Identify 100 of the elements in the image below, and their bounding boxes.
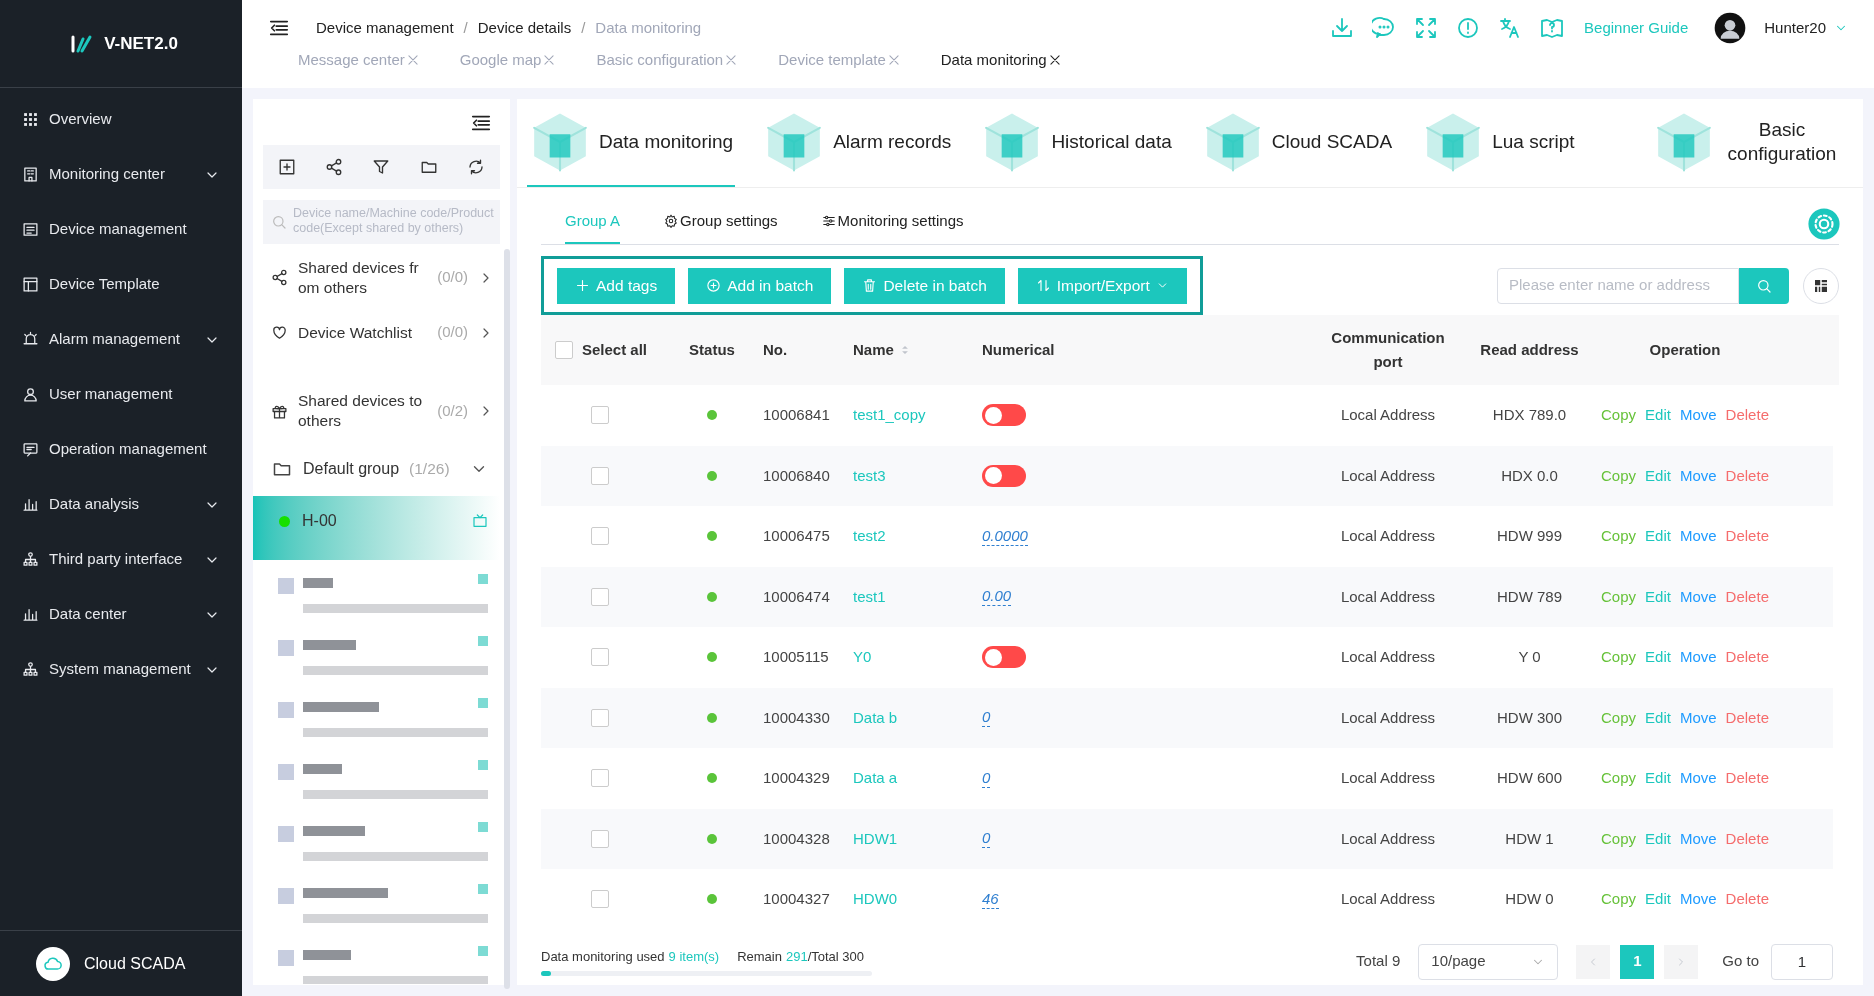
action-link[interactable]: Edit [1645,464,1671,487]
goto-field[interactable]: 1 [1771,943,1833,980]
toolbar-button[interactable]: Add in batch [688,267,832,304]
action-link[interactable]: Delete [1725,706,1769,729]
device-group-item[interactable]: Device Watchlist (0/0) [253,305,500,360]
close-icon[interactable] [1047,53,1062,67]
action-link[interactable]: Copy [1601,827,1637,850]
action-link[interactable]: Copy [1601,888,1637,911]
action-link[interactable]: Delete [1725,404,1769,427]
row-checkbox[interactable] [591,890,609,909]
tag-name-link[interactable]: HDW1 [853,827,898,850]
action-link[interactable]: Move [1679,404,1717,427]
action-link[interactable]: Move [1679,464,1717,487]
help-book-icon[interactable] [1540,16,1565,40]
action-link[interactable]: Edit [1645,646,1671,669]
page-tab[interactable]: Device template [778,48,901,72]
action-link[interactable]: Copy [1601,646,1637,669]
download-icon[interactable] [1330,16,1355,40]
toggle-switch[interactable] [982,404,1026,427]
row-checkbox[interactable] [591,587,609,606]
page-button[interactable]: 1 [1620,944,1655,979]
select-all-checkbox[interactable] [555,341,573,359]
page-tab[interactable]: Message center [298,48,420,72]
tag-name-link[interactable]: test2 [853,525,886,548]
tag-name-link[interactable]: Y0 [853,646,872,669]
user-name[interactable]: Hunter20 [1764,16,1826,40]
feature-tab[interactable]: Lua script [1420,99,1577,187]
action-link[interactable]: Delete [1725,525,1769,548]
row-checkbox[interactable] [591,829,609,848]
feature-tab[interactable]: Historical data [979,99,1174,187]
feature-tab[interactable]: Cloud SCADA [1199,99,1395,187]
action-link[interactable]: Edit [1645,706,1671,729]
toggle-switch[interactable] [982,646,1026,669]
toolbar-button[interactable]: Delete in batch [844,267,1005,304]
action-link[interactable]: Delete [1725,888,1769,911]
row-checkbox[interactable] [591,527,609,546]
add-icon[interactable] [277,158,296,176]
tag-name-link[interactable]: test1 [853,585,886,608]
page-tab[interactable]: Basic configuration [596,48,739,72]
action-link[interactable]: Edit [1645,767,1671,790]
action-link[interactable]: Delete [1725,646,1769,669]
feature-tab[interactable]: Alarm records [761,99,954,187]
value-link[interactable]: 0.0000 [982,526,1028,546]
feature-tab[interactable]: Data monitoring [527,99,736,187]
tag-name-link[interactable]: HDW0 [853,888,898,911]
alert-icon[interactable] [1456,16,1481,40]
action-link[interactable]: Move [1679,888,1717,911]
sidebar-item[interactable]: User management [0,367,242,422]
sidebar-item[interactable]: Data center [0,587,242,642]
sub-tab[interactable]: Monitoring settings [821,200,964,244]
tag-name-link[interactable]: test3 [853,464,886,487]
sidebar-item[interactable]: System management [0,642,242,697]
action-link[interactable]: Copy [1601,404,1637,427]
scrollbar[interactable] [504,249,510,989]
action-link[interactable]: Copy [1601,525,1637,548]
device-search-field[interactable]: Device name/Machine code/Product code(Except shared by others) [263,200,500,244]
sidebar-item[interactable]: Device management [0,202,242,257]
toolbar-button[interactable]: Import/Export [1017,267,1187,304]
sub-tab[interactable]: Group A [565,200,621,244]
row-checkbox[interactable] [591,406,609,425]
value-link[interactable]: 0.00 [982,587,1012,607]
page-size-select[interactable]: 10/page [1418,943,1559,980]
prev-page-button[interactable] [1576,944,1611,979]
settings-badge-icon[interactable] [1807,207,1841,241]
action-link[interactable]: Edit [1645,525,1671,548]
tag-search-field[interactable]: Please enter name or address [1497,267,1739,304]
action-link[interactable]: Edit [1645,404,1671,427]
action-link[interactable]: Move [1679,525,1717,548]
action-link[interactable]: Copy [1601,767,1637,790]
action-link[interactable]: Delete [1725,827,1769,850]
device-group-item[interactable]: Shared devices from others (0/0) [253,250,500,305]
sidebar-item[interactable]: Overview [0,92,242,147]
action-link[interactable]: Delete [1725,767,1769,790]
action-link[interactable]: Delete [1725,464,1769,487]
breadcrumb-item[interactable]: Device management [316,16,454,40]
default-group-item[interactable]: Default group (1/26) [253,442,500,496]
action-link[interactable]: Move [1679,585,1717,608]
page-tab[interactable]: Google map [459,48,557,72]
action-link[interactable]: Move [1679,706,1717,729]
tag-name-link[interactable]: test1_copy [853,404,926,427]
share-icon[interactable] [325,158,344,176]
sub-tab[interactable]: Group settings [664,200,778,244]
row-checkbox[interactable] [591,708,609,727]
sidebar-item[interactable]: Device Template [0,257,242,312]
row-checkbox[interactable] [591,466,609,485]
sidebar-item[interactable]: Monitoring center [0,147,242,202]
action-link[interactable]: Edit [1645,585,1671,608]
tag-name-link[interactable]: Data a [853,767,898,790]
action-link[interactable]: Edit [1645,888,1671,911]
action-link[interactable]: Delete [1725,585,1769,608]
refresh-icon[interactable] [467,158,486,176]
value-link[interactable]: 0 [982,768,991,788]
value-link[interactable]: 0 [982,708,991,728]
value-link[interactable]: 46 [982,889,999,909]
value-link[interactable]: 0 [982,829,991,849]
search-button[interactable] [1739,267,1789,304]
row-checkbox[interactable] [591,648,609,667]
column-header[interactable]: Name [853,338,894,362]
sidebar-item[interactable]: Data analysis [0,477,242,532]
chat-icon[interactable] [1372,16,1397,40]
